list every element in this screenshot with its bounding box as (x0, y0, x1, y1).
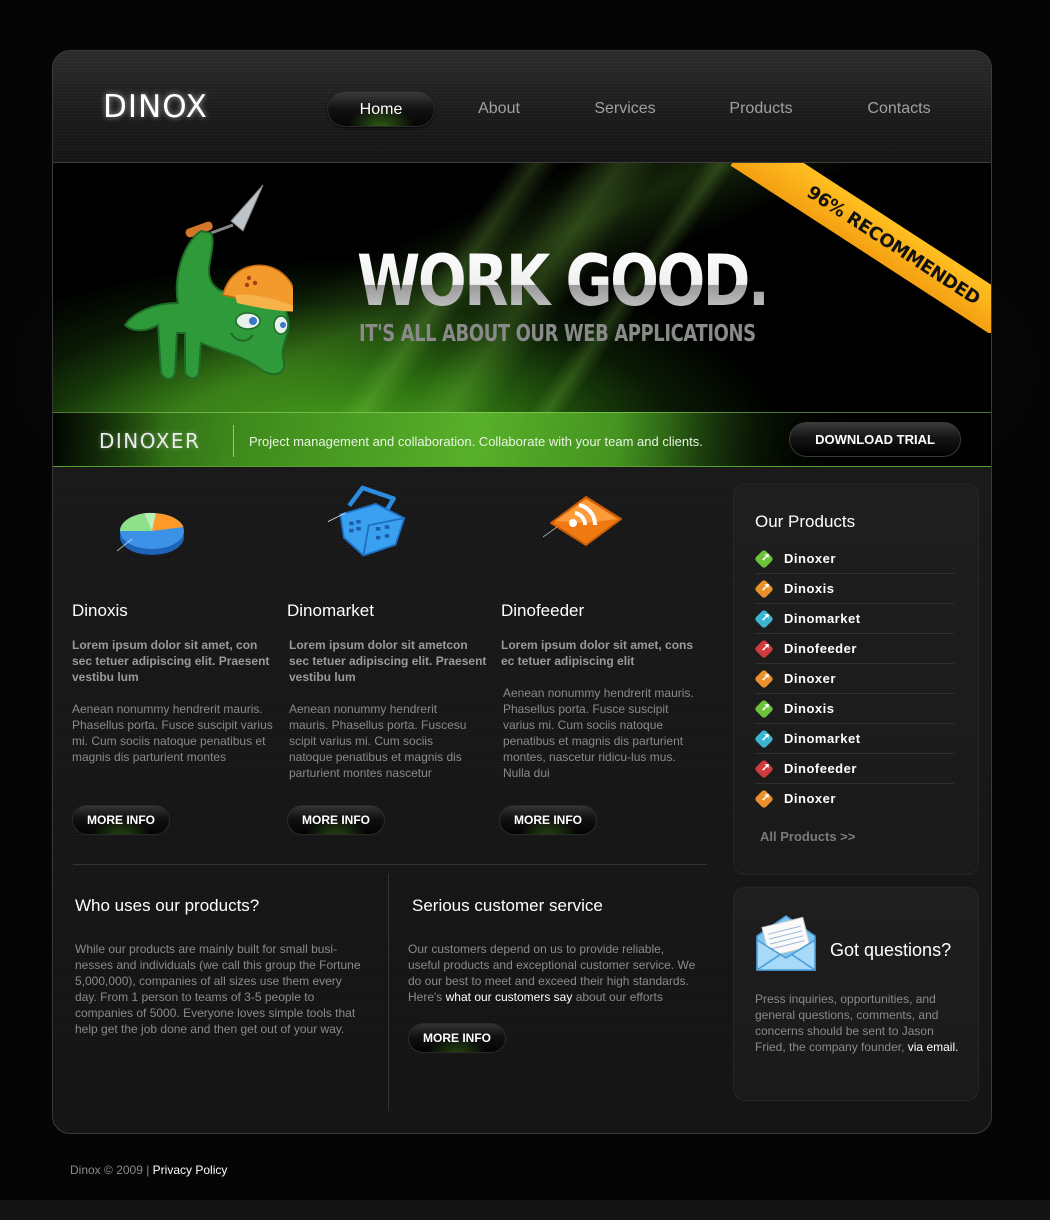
nav-contacts[interactable]: Contacts (857, 91, 941, 127)
feature-title: Dinoxis (72, 601, 128, 620)
footer: Dinox © 2009 | Privacy Policy (70, 1163, 227, 1177)
arrow-badge-icon (754, 549, 774, 569)
section-body: Our customers depend on us to provide re… (408, 941, 698, 1005)
customer-service-section: Serious customer service Our customers d… (408, 896, 698, 1053)
feature-lead: Lorem ipsum dolor sit ametcon sec tetuer… (289, 638, 487, 684)
product-label[interactable]: Dinofeeder (784, 641, 857, 656)
our-products-box: Our Products Dinoxer Dinoxis Dinomarket … (733, 483, 979, 875)
more-info-button[interactable]: MORE INFO (499, 805, 597, 835)
more-info-button[interactable]: MORE INFO (287, 805, 385, 835)
nav-services[interactable]: Services (583, 91, 667, 127)
product-link[interactable]: Dinomarket (754, 604, 954, 634)
product-list: Dinoxer Dinoxis Dinomarket Dinofeeder Di… (754, 544, 954, 814)
copyright: Dinox © 2009 | (70, 1163, 153, 1177)
arrow-badge-icon (754, 609, 774, 629)
product-label[interactable]: Dinoxer (784, 551, 836, 566)
got-questions-box: Got questions? Press inquiries, opportun… (733, 887, 979, 1101)
shopping-basket-icon (327, 485, 406, 557)
arrow-badge-icon (754, 699, 774, 719)
questions-body: Press inquiries, opportunities, and gene… (755, 991, 967, 1055)
pie-chart-icon (116, 512, 184, 555)
hero-headline: WORK GOOD. (357, 240, 770, 322)
promo-description: Project management and collaboration. Co… (249, 434, 703, 449)
product-label[interactable]: Dinoxis (784, 701, 834, 716)
column-divider (388, 873, 389, 1111)
product-link[interactable]: Dinomarket (754, 724, 954, 754)
product-label[interactable]: Dinoxis (784, 581, 834, 596)
section-divider (73, 864, 707, 865)
sidebar-title: Our Products (755, 512, 856, 531)
header: DINOX Home About Services Products Conta… (53, 51, 991, 163)
product-label[interactable]: Dinomarket (784, 611, 861, 626)
arrow-badge-icon (754, 579, 774, 599)
rss-feed-icon (542, 496, 622, 546)
section-title: Serious customer service (412, 896, 603, 915)
body-text: about our efforts (572, 990, 663, 1004)
more-info-button[interactable]: MORE INFO (72, 805, 170, 835)
nav-products[interactable]: Products (719, 91, 803, 127)
all-products-link[interactable]: All Products >> (760, 829, 855, 844)
page-container: DINOX Home About Services Products Conta… (52, 50, 992, 1134)
product-label[interactable]: Dinofeeder (784, 761, 857, 776)
feature-body: Aenean nonummy hendrerit mauris. Phasell… (503, 686, 694, 780)
logo[interactable]: DINOX (103, 89, 208, 125)
recommended-ribbon: 96% RECOMMENDED (723, 163, 991, 333)
product-link[interactable]: Dinoxer (754, 664, 954, 694)
envelope-letter-icon (756, 915, 816, 971)
product-link[interactable]: Dinofeeder (754, 754, 954, 784)
hero-banner: WORK GOOD. IT'S ALL ABOUT OUR WEB APPLIC… (53, 163, 991, 412)
arrow-badge-icon (754, 789, 774, 809)
arrow-badge-icon (754, 729, 774, 749)
product-link[interactable]: Dinoxer (754, 784, 954, 814)
feature-title: Dinomarket (287, 601, 374, 620)
questions-title: Got questions? (830, 940, 952, 960)
email-link[interactable]: via email. (908, 1040, 959, 1054)
product-link[interactable]: Dinoxis (754, 694, 954, 724)
product-label[interactable]: Dinomarket (784, 731, 861, 746)
arrow-badge-icon (754, 669, 774, 689)
product-link[interactable]: Dinofeeder (754, 634, 954, 664)
product-label[interactable]: Dinoxer (784, 791, 836, 806)
product-label[interactable]: Dinoxer (784, 671, 836, 686)
who-uses-section: Who uses our products? While our product… (75, 896, 365, 1037)
hero-subheadline: IT'S ALL ABOUT OUR WEB APPLICATIONS (359, 321, 756, 347)
product-promo-bar: DINOXER Project management and collabora… (53, 412, 991, 467)
customers-say-link[interactable]: what our customers say (446, 990, 573, 1004)
nav-home[interactable]: Home (327, 91, 435, 127)
feature-lead: Lorem ipsum dolor sit amet, cons ec tetu… (501, 638, 694, 668)
dinosaur-mascot-icon (123, 184, 293, 380)
product-link[interactable]: Dinoxis (754, 574, 954, 604)
privacy-policy-link[interactable]: Privacy Policy (153, 1163, 228, 1177)
more-info-button[interactable]: MORE INFO (408, 1023, 506, 1053)
product-link[interactable]: Dinoxer (754, 544, 954, 574)
arrow-badge-icon (754, 759, 774, 779)
nav-about[interactable]: About (463, 91, 535, 127)
section-body: While our products are mainly built for … (75, 942, 361, 1036)
promo-product-name: DINOXER (99, 429, 201, 453)
section-title: Who uses our products? (75, 896, 260, 915)
divider (233, 425, 234, 457)
recommended-ribbon-label: 96% RECOMMENDED (730, 163, 991, 333)
feature-title: Dinofeeder (501, 601, 585, 620)
download-trial-button[interactable]: DOWNLOAD TRIAL (789, 422, 961, 457)
feature-body: Aenean nonummy hendrerit mauris. Phasell… (289, 702, 467, 780)
arrow-badge-icon (754, 639, 774, 659)
feature-body: Aenean nonummy hendrerit mauris. Phasell… (72, 702, 273, 764)
page-bottom-strip (0, 1200, 1050, 1220)
feature-lead: Lorem ipsum dolor sit amet, con sec tetu… (72, 638, 270, 684)
